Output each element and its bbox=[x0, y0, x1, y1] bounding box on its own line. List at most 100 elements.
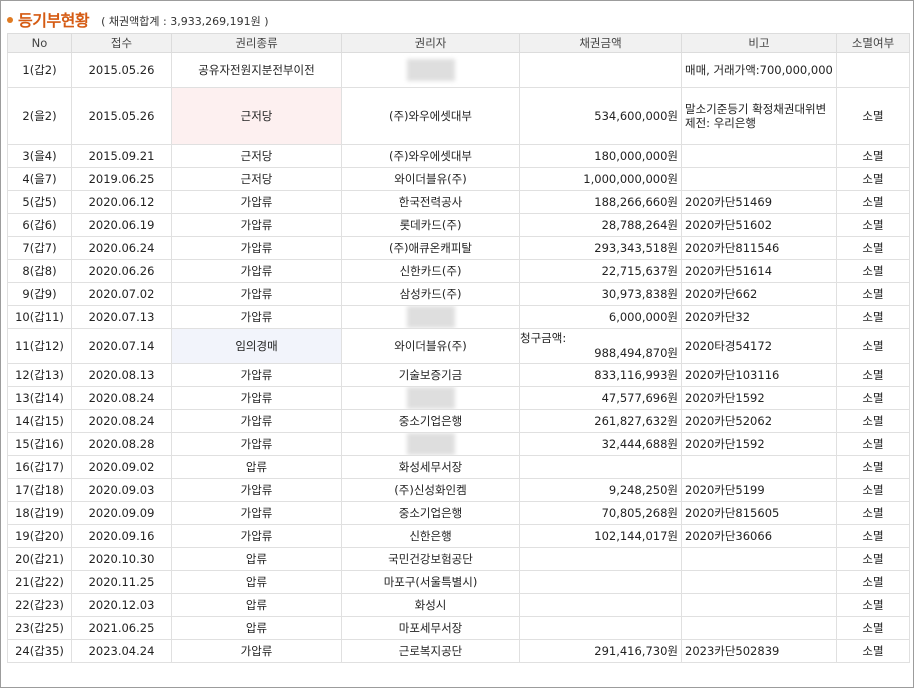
cell-type: 압류 bbox=[171, 593, 342, 617]
cell-date: 2020.08.13 bbox=[71, 363, 172, 387]
cell-amount: 청구금액: 988,494,870원 bbox=[519, 328, 682, 364]
cell-date: 2021.06.25 bbox=[71, 616, 172, 640]
cell-note: 2020카단811546 bbox=[681, 236, 837, 260]
cell-type: 압류 bbox=[171, 455, 342, 479]
cell-note bbox=[681, 547, 837, 571]
cell-note: 2020타경54172 bbox=[681, 328, 837, 364]
cell-no: 21(갑22) bbox=[7, 570, 72, 594]
cell-note bbox=[681, 593, 837, 617]
cell-no: 19(갑20) bbox=[7, 524, 72, 548]
cell-holder: 마포구(서울특별시) bbox=[341, 570, 520, 594]
cell-date: 2020.09.03 bbox=[71, 478, 172, 502]
col-header-no: No bbox=[7, 33, 72, 53]
cell-note: 2020카단1592 bbox=[681, 432, 837, 456]
cell-note bbox=[681, 570, 837, 594]
cell-no: 15(갑16) bbox=[7, 432, 72, 456]
redacted-holder bbox=[406, 433, 455, 455]
cell-note bbox=[681, 144, 837, 168]
cell-date: 2020.09.16 bbox=[71, 524, 172, 548]
table-row: 8(갑8) 2020.06.26 가압류 신한카드(주) 22,715,637원 2020… bbox=[7, 259, 910, 283]
cell-note: 2020카단662 bbox=[681, 282, 837, 306]
cell-date: 2020.08.24 bbox=[71, 409, 172, 433]
page-title: 등기부현황 bbox=[18, 11, 90, 30]
cell-no: 18(갑19) bbox=[7, 501, 72, 525]
cell-no: 11(갑12) bbox=[7, 328, 72, 364]
cell-status: 소멸 bbox=[836, 328, 910, 364]
table-row: 4(을7) 2019.06.25 근저당 와이더블유(주) 1,000,000,000원… bbox=[7, 167, 910, 191]
cell-holder bbox=[341, 305, 520, 329]
cell-type: 근저당 bbox=[171, 144, 342, 168]
cell-status: 소멸 bbox=[836, 639, 910, 663]
cell-type: 가압류 bbox=[171, 639, 342, 663]
cell-type: 가압류 bbox=[171, 409, 342, 433]
cell-status: 소멸 bbox=[836, 305, 910, 329]
cell-type: 가압류 bbox=[171, 363, 342, 387]
cell-note: 2020카단1592 bbox=[681, 386, 837, 410]
cell-holder: 롯데카드(주) bbox=[341, 213, 520, 237]
cell-date: 2020.08.24 bbox=[71, 386, 172, 410]
cell-amount bbox=[519, 593, 682, 617]
table-row: 15(갑16) 2020.08.28 가압류 32,444,688원 2020카단159… bbox=[7, 432, 910, 456]
cell-holder: 중소기업은행 bbox=[341, 409, 520, 433]
col-header-amount: 채권금액 bbox=[519, 33, 682, 53]
table-row: 23(갑25) 2021.06.25 압류 마포세무서장 소멸 bbox=[7, 616, 910, 640]
cell-type: 가압류 bbox=[171, 236, 342, 260]
cell-no: 16(갑17) bbox=[7, 455, 72, 479]
cell-holder: 삼성카드(주) bbox=[341, 282, 520, 306]
claim-amount-value: 988,494,870원 bbox=[594, 346, 678, 360]
cell-holder: (주)애큐온캐피탈 bbox=[341, 236, 520, 260]
table-row: 24(갑35) 2023.04.24 가압류 근로복지공단 291,416,730원 20… bbox=[7, 639, 910, 663]
cell-holder: 국민건강보험공단 bbox=[341, 547, 520, 571]
col-header-note: 비고 bbox=[681, 33, 837, 53]
cell-date: 2023.04.24 bbox=[71, 639, 172, 663]
cell-no: 10(갑11) bbox=[7, 305, 72, 329]
cell-type: 가압류 bbox=[171, 501, 342, 525]
cell-type: 압류 bbox=[171, 570, 342, 594]
registry-panel: 등기부현황 ( 채권액합계 : 3,933,269,191원 ) No 접수 권… bbox=[0, 0, 914, 688]
cell-no: 9(갑9) bbox=[7, 282, 72, 306]
cell-amount: 28,788,264원 bbox=[519, 213, 682, 237]
cell-no: 20(갑21) bbox=[7, 547, 72, 571]
table-row: 21(갑22) 2020.11.25 압류 마포구(서울특별시) 소멸 bbox=[7, 570, 910, 594]
cell-date: 2020.06.19 bbox=[71, 213, 172, 237]
cell-note: 매매, 거래가액:700,000,000 bbox=[681, 52, 837, 88]
cell-note: 2020카단32 bbox=[681, 305, 837, 329]
table-row: 2(을2) 2015.05.26 근저당 (주)와우에셋대부 534,600,000원 말… bbox=[7, 87, 910, 145]
cell-no: 13(갑14) bbox=[7, 386, 72, 410]
table-row: 20(갑21) 2020.10.30 압류 국민건강보험공단 소멸 bbox=[7, 547, 910, 571]
cell-date: 2020.06.12 bbox=[71, 190, 172, 214]
cell-amount bbox=[519, 616, 682, 640]
cell-amount: 32,444,688원 bbox=[519, 432, 682, 456]
cell-date: 2015.05.26 bbox=[71, 52, 172, 88]
cell-status: 소멸 bbox=[836, 547, 910, 571]
cell-note: 2023카단502839 bbox=[681, 639, 837, 663]
cell-status: 소멸 bbox=[836, 87, 910, 145]
cell-holder: 와이더블유(주) bbox=[341, 328, 520, 364]
redacted-holder bbox=[406, 59, 455, 81]
table-row: 10(갑11) 2020.07.13 가압류 6,000,000원 2020카단32 소멸 bbox=[7, 305, 910, 329]
cell-holder: 화성세무서장 bbox=[341, 455, 520, 479]
cell-date: 2020.07.14 bbox=[71, 328, 172, 364]
cell-amount bbox=[519, 570, 682, 594]
cell-date: 2015.05.26 bbox=[71, 87, 172, 145]
cell-amount: 9,248,250원 bbox=[519, 478, 682, 502]
cell-type: 가압류 bbox=[171, 190, 342, 214]
cell-no: 23(갑25) bbox=[7, 616, 72, 640]
table-row: 13(갑14) 2020.08.24 가압류 47,577,696원 2020카단159… bbox=[7, 386, 910, 410]
cell-no: 12(갑13) bbox=[7, 363, 72, 387]
cell-amount: 30,973,838원 bbox=[519, 282, 682, 306]
cell-note: 2020카단815605 bbox=[681, 501, 837, 525]
cell-amount bbox=[519, 455, 682, 479]
cell-note: 2020카단36066 bbox=[681, 524, 837, 548]
cell-note bbox=[681, 455, 837, 479]
cell-no: 7(갑7) bbox=[7, 236, 72, 260]
cell-type: 압류 bbox=[171, 547, 342, 571]
cell-status: 소멸 bbox=[836, 167, 910, 191]
cell-status: 소멸 bbox=[836, 409, 910, 433]
cell-holder bbox=[341, 52, 520, 88]
cell-status: 소멸 bbox=[836, 524, 910, 548]
cell-amount: 261,827,632원 bbox=[519, 409, 682, 433]
cell-type: 가압류 bbox=[171, 478, 342, 502]
cell-type: 근저당 bbox=[171, 87, 342, 145]
cell-amount: 291,416,730원 bbox=[519, 639, 682, 663]
